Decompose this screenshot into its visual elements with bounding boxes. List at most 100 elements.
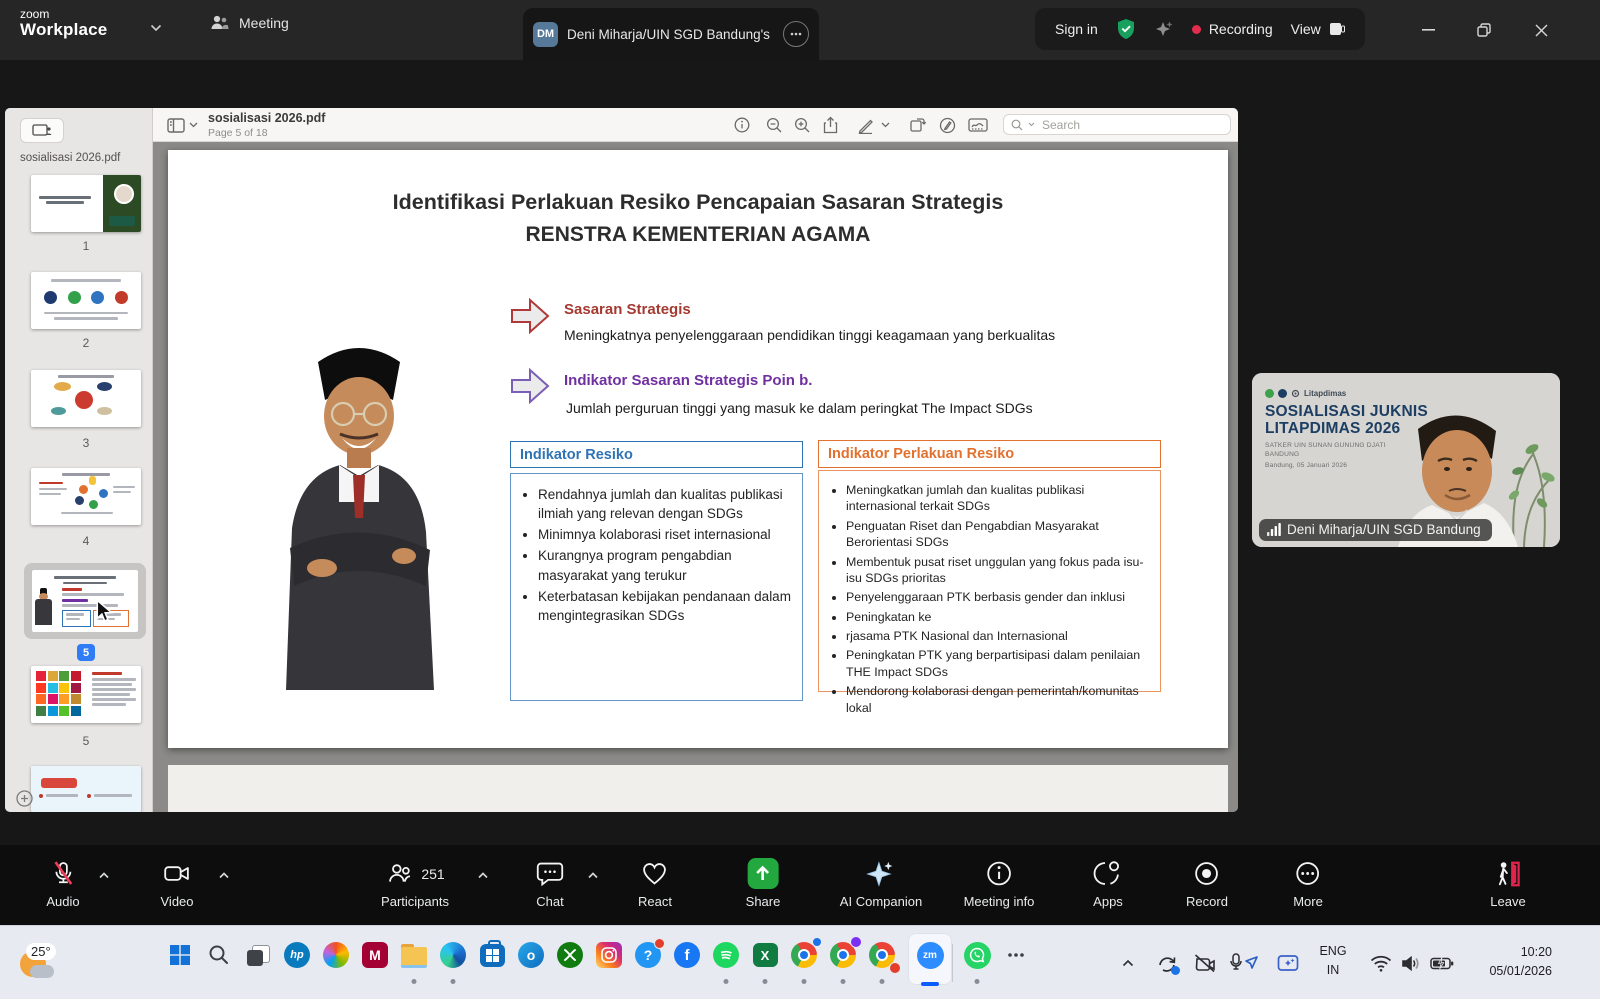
ai-companion-icon	[866, 858, 896, 889]
help-app-icon[interactable]: ?	[632, 939, 664, 971]
red-arrow-icon	[508, 296, 552, 336]
zoom-in-icon[interactable]	[791, 115, 813, 135]
copilot-icon[interactable]	[320, 939, 352, 971]
thumbnail-page-5-selected[interactable]	[24, 563, 146, 639]
participants-label: Participants	[381, 894, 449, 909]
leave-button[interactable]: Leave	[1490, 858, 1525, 909]
tab-shared-screen[interactable]: DM Deni Miharja/UIN SGD Bandung's	[523, 8, 819, 60]
markup-chevron-icon[interactable]	[879, 115, 891, 135]
meeting-info-button[interactable]: Meeting info	[964, 858, 1035, 909]
participants-button[interactable]: 251 Participants	[381, 858, 449, 909]
security-shield-icon[interactable]	[1116, 18, 1136, 40]
treatment-item: rjasama PTK Nasional dan Internasional	[846, 628, 1152, 644]
facebook-icon[interactable]: f	[671, 939, 703, 971]
thumbnail-page-1[interactable]	[31, 175, 141, 232]
record-button[interactable]: Record	[1186, 858, 1228, 909]
tray-volume-icon[interactable]	[1401, 939, 1421, 987]
react-button[interactable]: React	[638, 858, 672, 909]
window-minimize-button[interactable]	[1405, 10, 1451, 50]
participants-options-chevron-icon[interactable]	[478, 872, 489, 879]
annotate-icon[interactable]	[936, 115, 958, 135]
excel-icon[interactable]: X	[749, 939, 781, 971]
pdf-search-field[interactable]	[1003, 114, 1231, 135]
chat-options-chevron-icon[interactable]	[588, 872, 599, 879]
apps-button[interactable]: Apps	[1093, 858, 1123, 909]
audio-button[interactable]: Audio	[46, 858, 79, 909]
tray-battery-icon[interactable]	[1430, 939, 1454, 987]
taskbar-overflow-icon[interactable]	[1000, 939, 1032, 971]
zoom-app-icon[interactable]: zm	[914, 939, 946, 971]
chat-button[interactable]: Chat	[536, 858, 565, 909]
risk-item: Rendahnya jumlah dan kualitas publikasi …	[538, 485, 794, 523]
chrome-icon[interactable]	[788, 939, 820, 971]
instagram-icon[interactable]	[593, 939, 625, 971]
tray-language-switcher[interactable]: ENG IN	[1319, 942, 1346, 980]
ai-companion-button[interactable]: AI Companion	[840, 858, 922, 909]
ai-companion-status-icon[interactable]	[1154, 19, 1174, 39]
start-button[interactable]	[164, 939, 196, 971]
thumbnail-page-4[interactable]	[31, 468, 141, 525]
risk-item: Keterbatasan kebijakan pendanaan dalam m…	[538, 587, 794, 625]
participant-video-tile[interactable]: Litapdimas SOSIALISASI JUKNIS LITAPDIMAS…	[1252, 373, 1560, 547]
treatment-item: Membentuk pusat riset unggulan yang foku…	[846, 554, 1152, 587]
sidebar-toggle-icon[interactable]	[165, 115, 187, 135]
tray-clock[interactable]: 10:20 05/01/2026	[1489, 943, 1552, 982]
thumbnail-page-3[interactable]	[31, 370, 141, 427]
sign-in-button[interactable]: Sign in	[1055, 21, 1098, 37]
window-restore-button[interactable]	[1461, 10, 1507, 50]
video-button[interactable]: Video	[160, 858, 193, 909]
apps-label: Apps	[1093, 894, 1123, 909]
thumbnail-page-2[interactable]	[31, 272, 141, 329]
tab-more-icon[interactable]	[783, 21, 809, 47]
tray-snipping-icon[interactable]	[1277, 939, 1299, 987]
microsoft-store-icon[interactable]	[476, 939, 508, 971]
window-close-button[interactable]	[1518, 10, 1564, 50]
xbox-icon[interactable]	[554, 939, 586, 971]
recording-indicator[interactable]: Recording	[1192, 21, 1273, 37]
tray-sync-icon[interactable]	[1156, 939, 1178, 987]
tab-meeting[interactable]: Meeting	[210, 14, 289, 31]
weather-widget[interactable]: 25°	[16, 941, 60, 985]
sidebar-chevron-icon[interactable]	[187, 115, 199, 135]
taskbar-search-icon[interactable]	[203, 939, 235, 971]
thumbnail-page-6[interactable]	[31, 666, 141, 723]
search-scope-chevron-icon	[1028, 122, 1035, 127]
banner-logo-navy-icon	[1278, 389, 1287, 398]
rotate-page-icon[interactable]	[906, 115, 928, 135]
search-input[interactable]	[1040, 117, 1204, 133]
tray-mic-location-icon[interactable]	[1229, 939, 1259, 987]
workspace-chevron-icon[interactable]	[150, 24, 162, 32]
share-button[interactable]: Share	[746, 858, 781, 909]
windows-taskbar: 25° hp M o ? f	[0, 925, 1600, 999]
mendeley-icon[interactable]: M	[359, 939, 391, 971]
hp-app-icon[interactable]: hp	[281, 939, 313, 971]
treatment-item: Penyelenggaraan PTK berbasis gender dan …	[846, 589, 1152, 605]
task-view-icon[interactable]	[242, 939, 274, 971]
presenter-view-button[interactable]	[20, 118, 64, 143]
tray-show-hidden-icons[interactable]	[1122, 939, 1134, 987]
edge-icon[interactable]	[437, 939, 469, 971]
audio-options-chevron-icon[interactable]	[99, 872, 110, 879]
chrome-profile3-icon[interactable]	[866, 939, 898, 971]
zoom-out-icon[interactable]	[763, 115, 785, 135]
video-options-chevron-icon[interactable]	[219, 872, 230, 879]
heart-icon	[641, 858, 670, 889]
whatsapp-icon[interactable]	[961, 939, 993, 971]
more-button[interactable]: More	[1293, 858, 1323, 909]
pdf-document-area[interactable]: Identifikasi Perlakuan Resiko Pencapaian…	[153, 142, 1238, 812]
markup-pen-icon[interactable]	[854, 115, 876, 135]
spotify-icon[interactable]	[710, 939, 742, 971]
signature-icon[interactable]	[967, 115, 989, 135]
view-button[interactable]: View	[1291, 21, 1345, 37]
outlook-icon[interactable]: o	[515, 939, 547, 971]
thumbnail-page-7[interactable]	[31, 766, 141, 812]
tray-camera-off-icon[interactable]	[1193, 939, 1217, 987]
share-export-icon[interactable]	[819, 115, 841, 135]
treatment-box-header: Indikator Perlakuan Resiko	[818, 440, 1161, 468]
pdf-page-indicator: Page 5 of 18	[208, 127, 325, 140]
info-icon[interactable]	[731, 115, 753, 135]
add-page-icon[interactable]	[16, 790, 33, 807]
tray-wifi-icon[interactable]	[1370, 939, 1392, 987]
chrome-profile2-icon[interactable]	[827, 939, 859, 971]
file-explorer-icon[interactable]	[398, 939, 430, 971]
